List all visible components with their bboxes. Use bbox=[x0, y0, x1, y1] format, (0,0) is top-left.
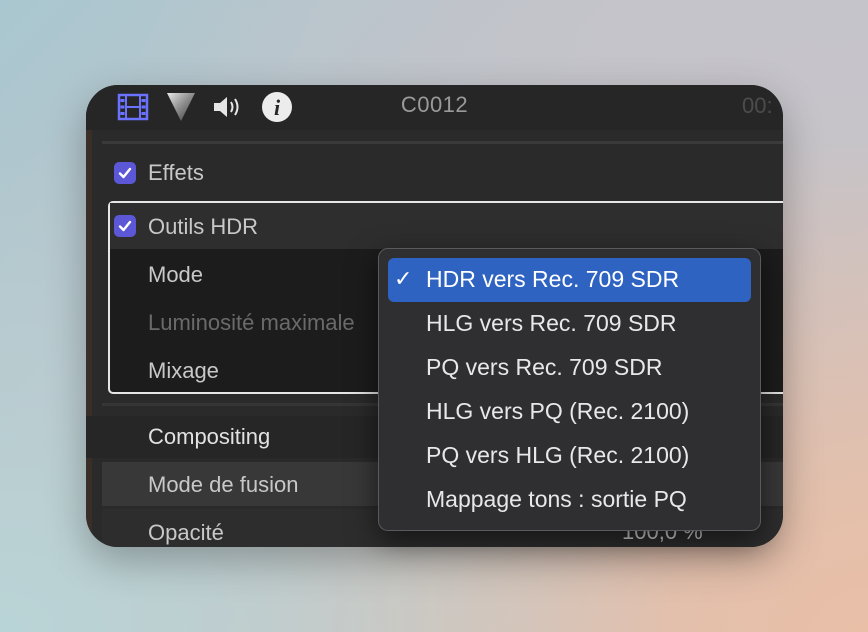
timecode: 00: bbox=[742, 93, 773, 118]
mode-label: Mode bbox=[148, 262, 204, 287]
clip-name: C0012 bbox=[400, 92, 469, 117]
effects-checkbox[interactable] bbox=[114, 162, 136, 184]
checkmark-icon bbox=[118, 220, 132, 232]
blend-mode-label: Mode de fusion bbox=[148, 472, 299, 497]
dropdown-option[interactable]: Mappage tons : sortie PQ bbox=[388, 478, 751, 522]
compositing-label: Compositing bbox=[148, 424, 271, 449]
checkmark-icon bbox=[118, 167, 132, 179]
max-brightness-label: Luminosité maximale bbox=[148, 310, 355, 335]
dropdown-option[interactable]: PQ vers Rec. 709 SDR bbox=[388, 346, 751, 390]
dropdown-option[interactable]: ✓ HDR vers Rec. 709 SDR bbox=[388, 258, 751, 302]
opacity-label: Opacité bbox=[148, 520, 224, 545]
checkmark-icon: ✓ bbox=[394, 266, 413, 291]
mix-label: Mixage bbox=[148, 358, 219, 383]
effects-row: Effets bbox=[86, 151, 783, 195]
effects-label: Effets bbox=[148, 160, 204, 185]
mode-dropdown-menu: ✓ HDR vers Rec. 709 SDR HLG vers Rec. 70… bbox=[378, 248, 761, 531]
hdr-tools-label: Outils HDR bbox=[148, 214, 259, 239]
dropdown-option[interactable]: PQ vers HLG (Rec. 2100) bbox=[388, 434, 751, 478]
toolbar-separator bbox=[102, 141, 783, 144]
inspector-toolbar: i C0012 00: bbox=[86, 85, 783, 130]
dropdown-option[interactable]: HLG vers Rec. 709 SDR bbox=[388, 302, 751, 346]
dropdown-option[interactable]: HLG vers PQ (Rec. 2100) bbox=[388, 390, 751, 434]
hdr-tools-checkbox[interactable] bbox=[114, 215, 136, 237]
